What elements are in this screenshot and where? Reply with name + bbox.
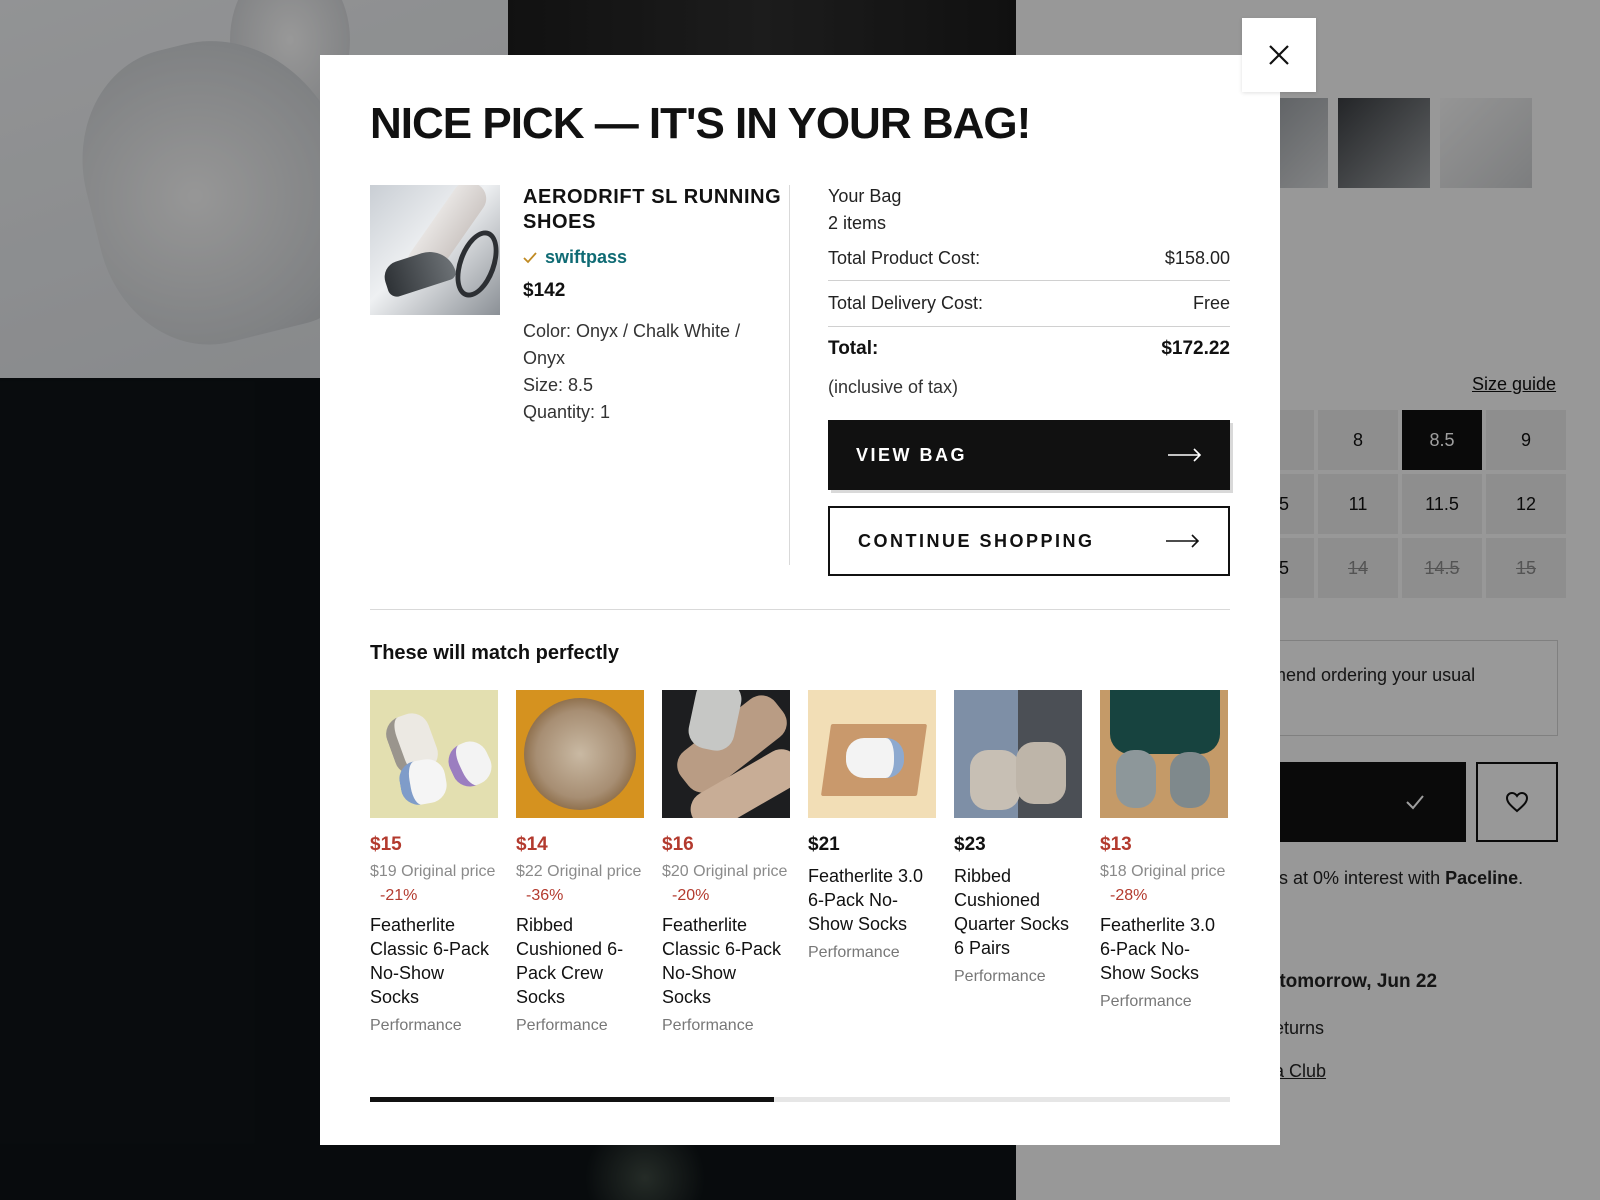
recommendation-price: $15: [370, 834, 402, 855]
product-quantity: Quantity: 1: [523, 402, 611, 422]
recommendation-discount: -36%: [526, 887, 564, 904]
recommendation-discount: -21%: [380, 887, 418, 904]
delivery-cost-row: Total Delivery Cost: Free: [828, 281, 1230, 327]
recommendation-card[interactable]: $15 $19 Original price -21% Featherlite Cla…: [370, 690, 498, 1035]
recommendation-name[interactable]: Featherlite Classic 6-Pack No-Show Socks: [370, 913, 498, 1009]
swiftpass-badge: swiftpass: [523, 247, 783, 268]
arrow-right-icon: [1168, 448, 1202, 462]
product-color: Color: Onyx / Chalk White / Onyx: [523, 321, 741, 368]
recommendation-image[interactable]: [370, 690, 498, 818]
recommendation-name[interactable]: Ribbed Cushioned Quarter Socks 6 Pairs: [954, 864, 1082, 960]
total-row: Total: $172.22: [828, 327, 1230, 371]
bag-summary: Your Bag 2 items Total Product Cost: $15…: [828, 183, 1230, 576]
recommendation-category: Performance: [808, 944, 900, 961]
recommendation-image[interactable]: [808, 690, 936, 818]
recommendations-carousel: $15 $19 Original price -21% Featherlite Cla…: [370, 690, 1228, 1035]
recommendation-category: Performance: [1100, 993, 1192, 1010]
carousel-scrollbar-thumb[interactable]: [370, 1097, 775, 1102]
carousel-scrollbar[interactable]: [370, 1097, 1230, 1102]
recommendation-image[interactable]: [662, 690, 790, 818]
recommendation-category: Performance: [370, 1017, 462, 1034]
check-icon: [523, 251, 537, 263]
recommendation-name[interactable]: Featherlite Classic 6-Pack No-Show Socks: [662, 913, 790, 1009]
recommendation-name[interactable]: Featherlite 3.0 6-Pack No-Show Socks: [1100, 913, 1228, 985]
added-product: AERODRIFT SL RUNNING SHOES swiftpass $14…: [370, 185, 790, 565]
recommendation-discount: -28%: [1110, 887, 1148, 904]
close-button[interactable]: [1242, 18, 1316, 92]
recommendation-original-price: $18 Original price: [1100, 863, 1226, 880]
recommendation-image[interactable]: [1100, 690, 1228, 818]
continue-shopping-label: CONTINUE SHOPPING: [858, 530, 1095, 551]
recommendation-original-price: $19 Original price: [370, 863, 496, 880]
swiftpass-label: swiftpass: [545, 247, 628, 267]
recommendation-price: $23: [954, 834, 986, 855]
recommendation-category: Performance: [516, 1017, 608, 1034]
divider: [370, 609, 1230, 610]
recommendation-card[interactable]: $21 Featherlite 3.0 6-Pack No-Show Socks P…: [808, 690, 936, 1035]
recommendation-discount: -20%: [672, 887, 710, 904]
recommendation-card[interactable]: $16 $20 Original price -20% Featherlite Cla…: [662, 690, 790, 1035]
product-cost-value: $158.00: [1164, 248, 1230, 268]
recommendation-price: $16: [662, 834, 694, 855]
delivery-cost-value: Free: [1192, 293, 1230, 313]
product-size: Size: 8.5: [523, 375, 594, 395]
recommendation-image[interactable]: [516, 690, 644, 818]
recommendation-category: Performance: [954, 968, 1046, 985]
total-value: $172.22: [1161, 338, 1230, 359]
tax-note: (inclusive of tax): [828, 377, 959, 397]
recommendation-price: $13: [1100, 834, 1132, 855]
product-cost-row: Total Product Cost: $158.00: [828, 237, 1230, 281]
product-price: $142: [523, 280, 566, 301]
recommendation-card[interactable]: $14 $22 Original price -36% Ribbed Cushione…: [516, 690, 644, 1035]
arrow-right-icon: [1166, 534, 1200, 548]
view-bag-button[interactable]: VIEW BAG: [828, 420, 1230, 490]
bag-title: Your Bag: [828, 186, 902, 206]
recommendation-price: $14: [516, 834, 548, 855]
product-cost-label: Total Product Cost:: [828, 248, 981, 268]
recommendations-title: These will match perfectly: [370, 642, 619, 664]
modal-title: NICE PICK — IT'S IN YOUR BAG!: [370, 99, 1031, 148]
view-bag-label: VIEW BAG: [856, 444, 968, 465]
divider: [789, 185, 790, 565]
product-thumbnail: [370, 185, 500, 315]
bag-item-count: 2 items: [828, 213, 887, 233]
recommendation-card[interactable]: $13 $18 Original price -28% Featherlite 3.0…: [1100, 690, 1228, 1035]
recommendation-category: Performance: [662, 1017, 754, 1034]
recommendation-original-price: $20 Original price: [662, 863, 788, 880]
recommendation-name[interactable]: Featherlite 3.0 6-Pack No-Show Socks: [808, 864, 936, 936]
delivery-cost-label: Total Delivery Cost:: [828, 293, 984, 313]
recommendation-price: $21: [808, 834, 840, 855]
recommendation-image[interactable]: [954, 690, 1082, 818]
recommendation-card[interactable]: $23 Ribbed Cushioned Quarter Socks 6 Pair…: [954, 690, 1082, 1035]
recommendation-name[interactable]: Ribbed Cushioned 6-Pack Crew Socks: [516, 913, 644, 1009]
added-to-bag-modal: NICE PICK — IT'S IN YOUR BAG! AERODRIFT …: [320, 55, 1280, 1145]
close-icon: [1269, 45, 1289, 65]
total-label: Total:: [828, 338, 879, 359]
product-name: AERODRIFT SL RUNNING SHOES: [523, 186, 782, 233]
recommendation-original-price: $22 Original price: [516, 863, 642, 880]
continue-shopping-button[interactable]: CONTINUE SHOPPING: [828, 506, 1230, 576]
